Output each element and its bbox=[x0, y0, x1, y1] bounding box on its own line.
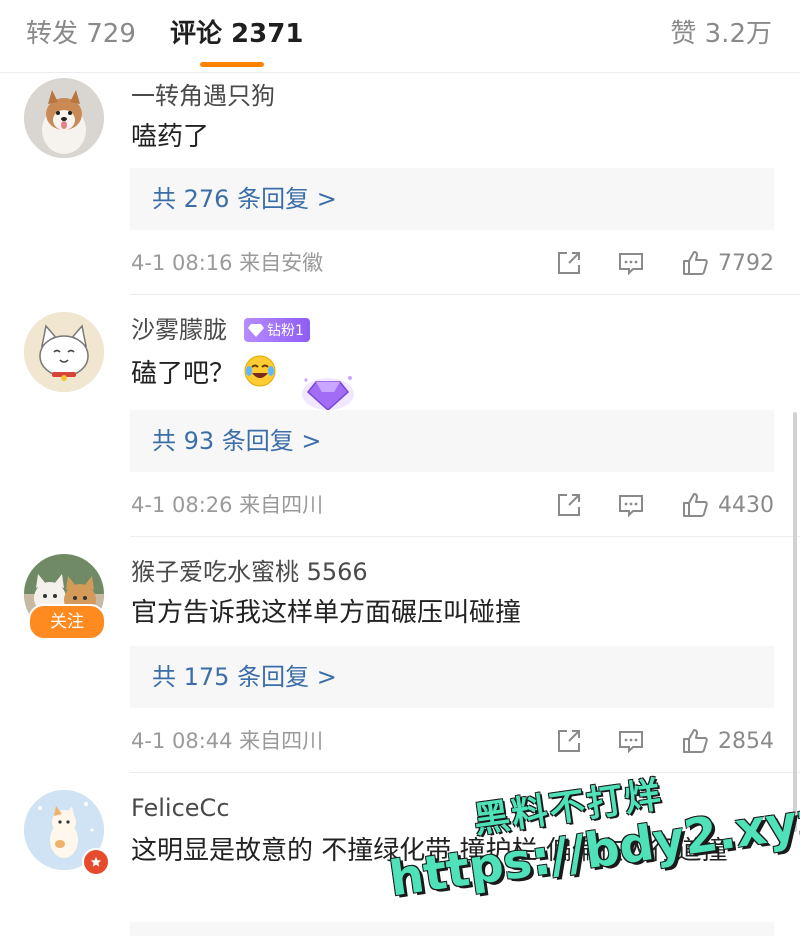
active-tab-indicator bbox=[200, 62, 264, 67]
fan-badge: 钻粉1 bbox=[244, 318, 310, 342]
username[interactable]: FeliceCc bbox=[131, 792, 230, 824]
scrollbar[interactable] bbox=[793, 412, 797, 832]
comment-tabs: 转发 729 评论 2371 赞 3.2万 bbox=[0, 0, 800, 73]
comment-divider bbox=[130, 294, 800, 295]
comment-timestamp: 4-1 08:26 来自四川 bbox=[131, 493, 324, 517]
view-replies-link[interactable]: 共 175 条回复 > bbox=[152, 660, 337, 694]
diamond-sticker-icon bbox=[302, 376, 354, 412]
thumbs-up-icon[interactable] bbox=[681, 491, 709, 519]
comment-icon[interactable] bbox=[617, 249, 645, 277]
comment-actions: 2854 bbox=[555, 726, 774, 756]
fan-badge-label: 钻粉1 bbox=[267, 323, 304, 339]
follow-button[interactable]: 关注 bbox=[28, 604, 106, 640]
comment-timestamp: 4-1 08:44 来自四川 bbox=[131, 729, 324, 753]
share-icon[interactable] bbox=[555, 249, 583, 277]
shiba-dog-avatar[interactable] bbox=[24, 78, 104, 158]
view-replies-link[interactable]: 共 276 条回复 > bbox=[152, 182, 337, 216]
tab-comments[interactable]: 评论 2371 bbox=[170, 16, 303, 52]
cat-avatar[interactable] bbox=[24, 312, 104, 392]
comment-text: 官方告诉我这样单方面碾压叫碰撞 bbox=[131, 598, 522, 628]
reply-preview-box[interactable]: 共 93 条回复 > bbox=[130, 410, 774, 472]
comment-actions: 7792 bbox=[555, 248, 774, 278]
view-replies-link[interactable]: 共 93 条回复 > bbox=[152, 424, 322, 458]
laugh-cry-emoji-icon bbox=[244, 355, 276, 387]
tab-reposts[interactable]: 转发 729 bbox=[26, 16, 136, 52]
comment-divider bbox=[130, 536, 800, 537]
verified-badge-icon bbox=[82, 848, 110, 876]
comment-timestamp: 4-1 08:16 来自安徽 bbox=[131, 251, 324, 275]
comment-icon[interactable] bbox=[617, 727, 645, 755]
comment-text-content: 磕了吧？ bbox=[131, 359, 236, 389]
like-count: 4430 bbox=[718, 492, 774, 518]
username[interactable]: 一转角遇只狗 bbox=[131, 80, 275, 112]
reply-preview-box[interactable] bbox=[130, 922, 774, 936]
comment-icon[interactable] bbox=[617, 491, 645, 519]
comment-text: 磕了吧？ bbox=[131, 354, 771, 393]
comment-divider bbox=[130, 772, 800, 773]
like-count: 2854 bbox=[718, 728, 774, 754]
share-icon[interactable] bbox=[555, 727, 583, 755]
tab-likes[interactable]: 赞 3.2万 bbox=[670, 16, 772, 52]
thumbs-up-icon[interactable] bbox=[681, 249, 709, 277]
username[interactable]: 沙雾朦胧 bbox=[131, 314, 227, 346]
thumbs-up-icon[interactable] bbox=[681, 727, 709, 755]
diamond-icon bbox=[248, 324, 264, 337]
comment-actions: 4430 bbox=[555, 490, 774, 520]
like-count: 7792 bbox=[718, 250, 774, 276]
share-icon[interactable] bbox=[555, 491, 583, 519]
comment-text: 嗑药了 bbox=[131, 122, 210, 152]
reply-preview-box[interactable]: 共 276 条回复 > bbox=[130, 168, 774, 230]
username[interactable]: 猴子爱吃水蜜桃 5566 bbox=[131, 556, 368, 588]
reply-preview-box[interactable]: 共 175 条回复 > bbox=[130, 646, 774, 708]
